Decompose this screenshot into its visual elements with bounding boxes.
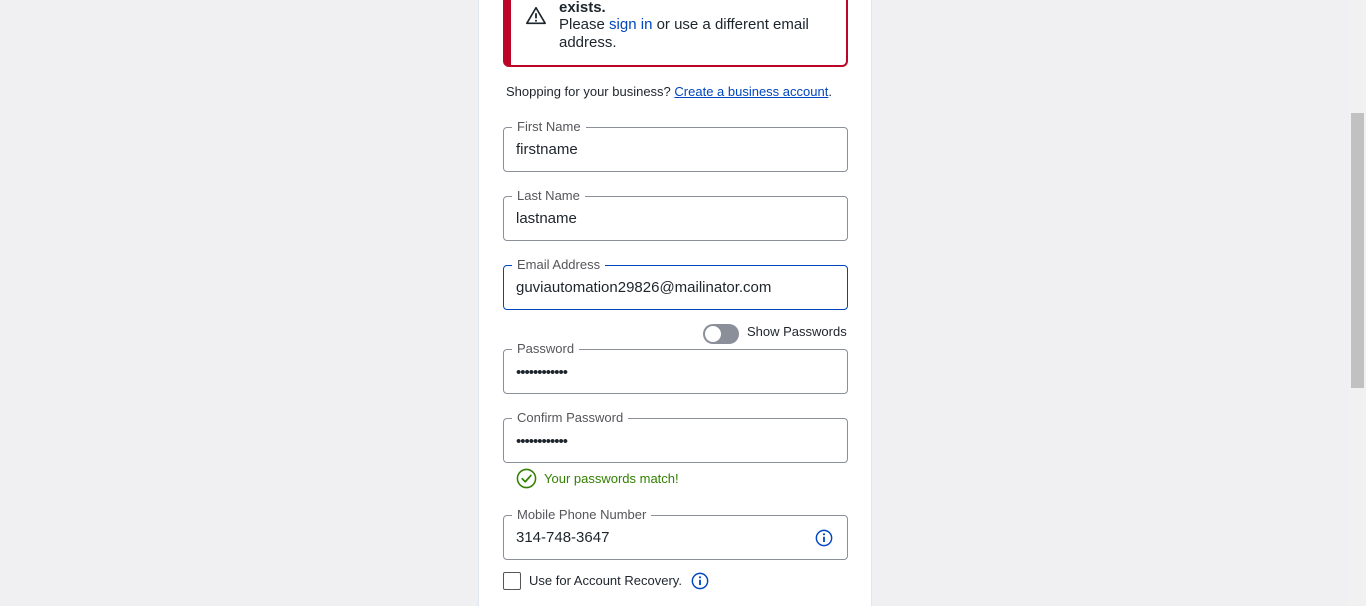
last-name-field[interactable]: Last Name lastname bbox=[503, 188, 848, 241]
email-field[interactable]: Email Address guviautomation29826@mailin… bbox=[503, 257, 848, 310]
first-name-input[interactable]: firstname bbox=[516, 141, 578, 158]
last-name-input[interactable]: lastname bbox=[516, 210, 577, 227]
info-icon[interactable] bbox=[691, 572, 709, 590]
email-input[interactable]: guviautomation29826@mailinator.com bbox=[516, 279, 771, 296]
business-prompt-suffix: . bbox=[828, 84, 832, 99]
password-input[interactable]: •••••••••••• bbox=[516, 364, 568, 381]
account-recovery-label: Use for Account Recovery. bbox=[529, 573, 682, 588]
sign-in-link[interactable]: sign in bbox=[609, 16, 652, 33]
scrollbar-thumb[interactable] bbox=[1351, 113, 1364, 388]
alert-body: Please sign in or use a different email … bbox=[559, 16, 829, 52]
confirm-password-input[interactable]: •••••••••••• bbox=[516, 433, 568, 450]
warning-triangle-icon bbox=[526, 6, 546, 25]
business-account-prompt: Shopping for your business? Create a bus… bbox=[506, 84, 832, 99]
alert-title: exists. bbox=[559, 0, 606, 16]
error-alert: exists. Please sign in or use a differen… bbox=[503, 0, 848, 67]
confirm-password-field[interactable]: Confirm Password •••••••••••• bbox=[503, 410, 848, 463]
first-name-field[interactable]: First Name firstname bbox=[503, 119, 848, 172]
create-business-account-link[interactable]: Create a business account bbox=[674, 84, 828, 99]
mobile-phone-input[interactable]: 314-748-3647 bbox=[516, 529, 609, 546]
password-label: Password bbox=[512, 341, 580, 357]
info-icon[interactable] bbox=[815, 529, 833, 547]
business-prompt-text: Shopping for your business? bbox=[506, 84, 671, 99]
account-recovery-checkbox[interactable] bbox=[503, 572, 521, 590]
password-match-text: Your passwords match! bbox=[544, 471, 679, 486]
check-circle-icon bbox=[516, 468, 537, 489]
page-scrollbar[interactable] bbox=[1349, 0, 1366, 606]
last-name-label: Last Name bbox=[512, 188, 585, 204]
toggle-knob bbox=[705, 326, 721, 342]
mobile-phone-field[interactable]: Mobile Phone Number 314-748-3647 bbox=[503, 507, 848, 560]
password-field[interactable]: Password •••••••••••• bbox=[503, 341, 848, 394]
confirm-password-label: Confirm Password bbox=[512, 410, 629, 426]
email-label: Email Address bbox=[512, 257, 606, 273]
show-passwords-label: Show Passwords bbox=[747, 324, 847, 339]
first-name-label: First Name bbox=[512, 119, 586, 135]
show-passwords-toggle[interactable] bbox=[703, 324, 739, 344]
alert-body-prefix: Please bbox=[559, 16, 605, 33]
mobile-phone-label: Mobile Phone Number bbox=[512, 507, 652, 523]
